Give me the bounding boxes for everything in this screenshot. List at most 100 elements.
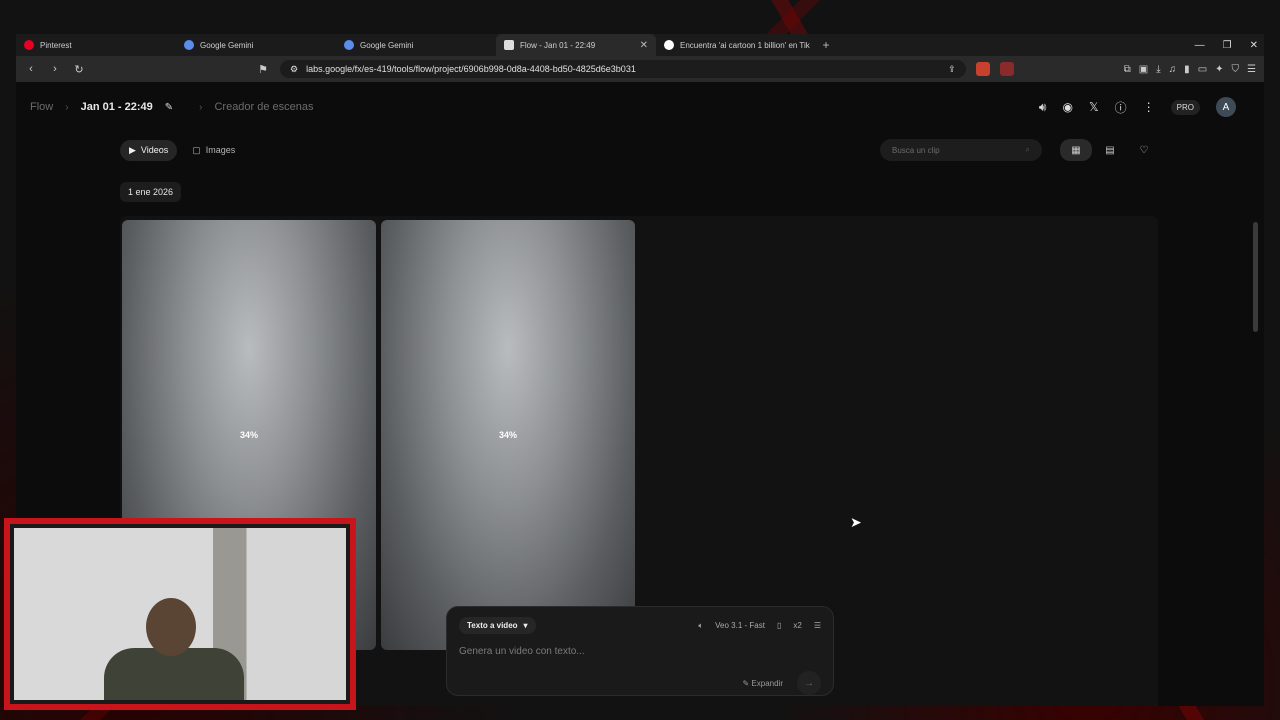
tab-pinterest[interactable]: Pinterest: [16, 34, 176, 56]
aspect-ratio-icon[interactable]: ▯: [777, 621, 781, 630]
restore-icon[interactable]: ❐: [1223, 40, 1232, 51]
chevron-right-icon: ›: [199, 101, 203, 113]
tab-gemini-2[interactable]: Google Gemini: [336, 34, 496, 56]
url-text: labs.google/fx/es-419/tools/flow/project…: [306, 64, 636, 74]
volume-icon[interactable]: 🔊︎: [1039, 100, 1047, 115]
clip-search-input[interactable]: Busca un clip ⌕: [880, 139, 1042, 161]
site-settings-icon[interactable]: ⚙: [290, 64, 298, 75]
video-camera-icon: ▶: [129, 144, 136, 155]
breadcrumb-section[interactable]: Creador de escenas: [214, 101, 313, 113]
composer-settings: 🔈︎ Veo 3.1 - Fast ▯ x2 ☰: [698, 621, 821, 631]
mode-dropdown[interactable]: Texto a video ▾: [459, 617, 536, 634]
filter-bar: ▶ Videos ▢ Images Busca un clip ⌕ ▦ ▤ ♡: [120, 138, 1160, 162]
new-tab-button[interactable]: +: [816, 38, 836, 52]
breadcrumb: Flow › Jan 01 - 22:49 ✎ › Creador de esc…: [30, 101, 314, 113]
extensions-area: ⧉ ▣ ⤓ ♫ ▮ ▭ ✦ ⛉ ☰: [1124, 64, 1256, 75]
back-icon[interactable]: ‹: [24, 63, 38, 75]
expand-label: Expandir: [751, 678, 783, 688]
flow-icon: [504, 40, 514, 50]
close-window-icon[interactable]: ✕: [1250, 40, 1258, 51]
send-arrow-icon[interactable]: →: [797, 671, 821, 695]
view-toggle: ▦ ▤ ♡: [1060, 139, 1160, 161]
favorites-heart-icon[interactable]: ♡: [1128, 139, 1160, 161]
pinterest-icon: [24, 40, 34, 50]
prompt-input[interactable]: Genera un video con texto...: [459, 646, 821, 657]
tab-gemini-1[interactable]: Google Gemini: [176, 34, 336, 56]
tab-label: Google Gemini: [360, 40, 414, 50]
expand-button[interactable]: ✎ Expandir: [742, 679, 783, 688]
gemini-icon: [344, 40, 354, 50]
magic-wand-icon: ✎: [742, 678, 750, 688]
chevron-right-icon: ›: [65, 101, 69, 113]
composer-top-row: Texto a video ▾ 🔈︎ Veo 3.1 - Fast ▯ x2 ☰: [459, 617, 821, 634]
webcam-feed: [14, 528, 346, 700]
tab-label: Flow - Jan 01 - 22:49: [520, 40, 596, 50]
address-bar[interactable]: ⚙ labs.google/fx/es-419/tools/flow/proje…: [280, 60, 966, 78]
webcam-overlay: [4, 518, 356, 710]
share-icon[interactable]: ⇪: [948, 64, 956, 75]
tab-label: Google Gemini: [200, 40, 254, 50]
video-card-generating[interactable]: 34%: [381, 220, 635, 650]
tab-label: Pinterest: [40, 40, 72, 50]
images-label: Images: [205, 145, 236, 155]
media-icon[interactable]: ♫: [1169, 64, 1177, 75]
pro-badge: PRO: [1170, 99, 1200, 115]
screenshot-icon[interactable]: ▣: [1139, 64, 1148, 75]
download-icon[interactable]: ⤓: [1156, 64, 1160, 75]
output-count[interactable]: x2: [793, 621, 801, 630]
gemini-icon: [184, 40, 194, 50]
minimize-icon[interactable]: —: [1195, 40, 1205, 51]
avatar[interactable]: A: [1216, 97, 1236, 117]
forward-icon[interactable]: ›: [48, 63, 62, 75]
close-tab-icon[interactable]: ✕: [640, 40, 648, 51]
image-icon: ▢: [192, 144, 201, 155]
help-icon[interactable]: ⓘ: [1115, 99, 1127, 116]
browser-toolbar: ‹ › ↻ ⚑ ⚙ labs.google/fx/es-419/tools/fl…: [16, 56, 1264, 82]
images-filter-button[interactable]: ▢ Images: [183, 140, 244, 161]
videos-label: Videos: [140, 145, 169, 155]
discord-icon[interactable]: ◉: [1062, 100, 1072, 114]
streamer-figure: [104, 598, 244, 700]
mouse-cursor-icon: ➤: [850, 514, 862, 530]
prompt-composer: Texto a video ▾ 🔈︎ Veo 3.1 - Fast ▯ x2 ☰…: [446, 606, 834, 696]
progress-percent: 34%: [498, 430, 517, 440]
tab-label: Encuentra 'ai cartoon 1 billion' en Tik: [680, 40, 810, 50]
page-header: Flow › Jan 01 - 22:49 ✎ › Creador de esc…: [16, 82, 1264, 132]
header-actions: 🔊︎ ◉ 𝕏 ⓘ ⋮ PRO A: [1039, 97, 1250, 117]
streamer-body: [104, 648, 244, 700]
project-title[interactable]: Jan 01 - 22:49: [81, 101, 153, 113]
ai-icon[interactable]: ✦: [1215, 64, 1223, 75]
brave-shield-icon[interactable]: [975, 62, 990, 76]
tab-strip: Pinterest Google Gemini Google Gemini Fl…: [16, 34, 1264, 56]
more-vert-icon[interactable]: ⋮: [1143, 100, 1155, 114]
rewards-icon[interactable]: [999, 62, 1014, 76]
streamer-head: [146, 598, 196, 656]
reload-icon[interactable]: ↻: [72, 63, 86, 76]
grid-small-icon[interactable]: ▤: [1094, 139, 1126, 161]
videos-filter-button[interactable]: ▶ Videos: [120, 139, 178, 161]
date-group-label: 1 ene 2026: [120, 182, 182, 202]
wallet-icon[interactable]: ▭: [1198, 64, 1207, 75]
progress-percent: 34%: [239, 430, 258, 440]
search-placeholder: Busca un clip: [892, 145, 940, 155]
tab-tiktok[interactable]: Encuentra 'ai cartoon 1 billion' en Tik: [656, 34, 816, 56]
sidebar-icon[interactable]: ▮: [1184, 64, 1190, 75]
menu-icon[interactable]: ☰: [1247, 64, 1256, 75]
extensions-icon[interactable]: ⧉: [1124, 64, 1131, 75]
mode-label: Texto a video: [467, 621, 518, 630]
composer-bottom-row: ✎ Expandir →: [459, 671, 821, 695]
search-icon: ⌕: [1025, 145, 1030, 154]
bookmark-icon[interactable]: ⚑: [256, 63, 270, 76]
model-label[interactable]: Veo 3.1 - Fast: [715, 621, 765, 630]
grid-large-icon[interactable]: ▦: [1060, 139, 1092, 161]
vpn-icon[interactable]: ⛉: [1232, 64, 1240, 75]
audio-icon[interactable]: 🔈︎: [698, 621, 703, 631]
x-icon[interactable]: 𝕏: [1089, 100, 1099, 114]
tiktok-icon: [664, 40, 674, 50]
tune-icon[interactable]: ☰: [814, 621, 821, 630]
breadcrumb-root[interactable]: Flow: [30, 101, 53, 113]
window-controls: — ❐ ✕: [1195, 34, 1258, 56]
edit-pencil-icon[interactable]: ✎: [165, 102, 173, 113]
tab-flow[interactable]: Flow - Jan 01 - 22:49 ✕: [496, 34, 656, 56]
page-scrollbar[interactable]: [1253, 222, 1258, 332]
